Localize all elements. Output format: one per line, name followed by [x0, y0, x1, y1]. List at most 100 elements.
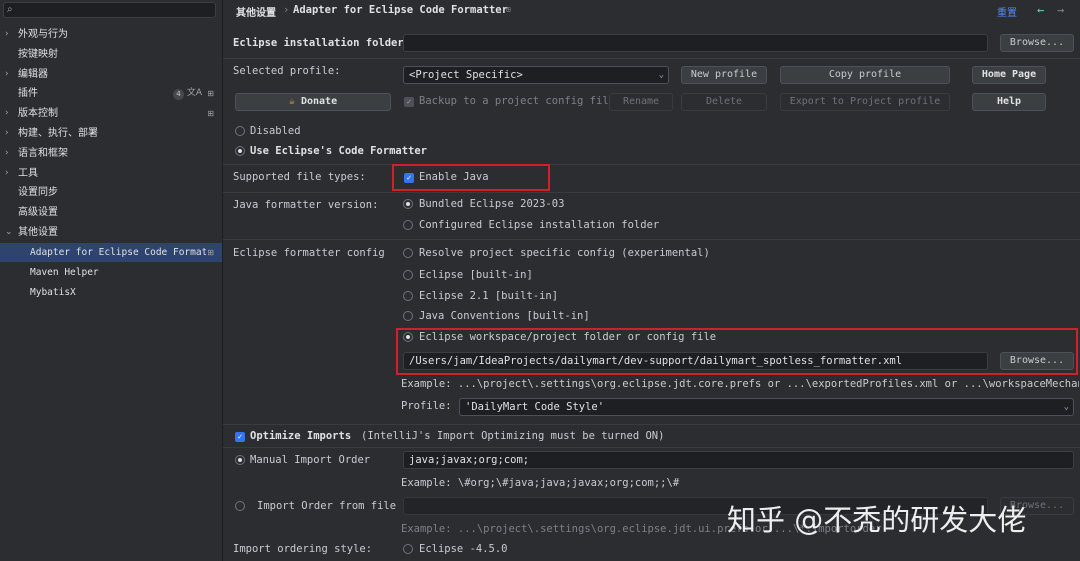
- backup-checkbox[interactable]: ✓: [404, 97, 414, 107]
- divider: [223, 192, 1080, 193]
- home-page-button[interactable]: Home Page: [972, 66, 1046, 84]
- resolve-config-radio[interactable]: [403, 248, 413, 258]
- watermark: 知乎 @不秃的研发大佬: [727, 503, 1027, 537]
- disabled-label: Disabled: [250, 125, 301, 137]
- supported-types-label: Supported file types:: [233, 171, 366, 183]
- export-profile-button[interactable]: Export to Project profile: [780, 93, 950, 111]
- sidebar-item-appearance[interactable]: › 外观与行为: [0, 25, 222, 44]
- divider: [223, 239, 1080, 240]
- search-icon: ⌕: [7, 4, 13, 15]
- optimize-imports-checkbox[interactable]: ✓: [235, 432, 245, 442]
- install-browse-button[interactable]: Browse...: [1000, 34, 1074, 52]
- sidebar-item-languages[interactable]: › 语言和框架: [0, 144, 222, 163]
- copy-profile-button[interactable]: Copy profile: [780, 66, 950, 84]
- delete-button[interactable]: Delete: [681, 93, 767, 111]
- bundled-eclipse-label: Bundled Eclipse 2023-03: [419, 198, 565, 210]
- divider: [223, 424, 1080, 425]
- chevron-right-icon: ›: [5, 128, 9, 138]
- resolve-config-label: Resolve project specific config (experim…: [419, 247, 710, 259]
- optimize-imports-label: Optimize Imports: [250, 430, 352, 442]
- sidebar-item-other-settings[interactable]: ⌄ 其他设置: [0, 223, 222, 242]
- new-profile-button[interactable]: New profile: [681, 66, 767, 84]
- install-folder-label: Eclipse installation folder: [233, 37, 404, 49]
- selected-profile-label: Selected profile:: [233, 65, 341, 77]
- configured-folder-label: Configured Eclipse installation folder: [419, 219, 660, 231]
- sidebar-item-mybatisx[interactable]: MybatisX: [0, 283, 222, 302]
- project-settings-icon: ⊞: [207, 89, 214, 98]
- reset-link[interactable]: 重置: [997, 4, 1017, 19]
- enable-java-checkbox[interactable]: ✓: [404, 173, 414, 183]
- workspace-config-label: Eclipse workspace/project folder or conf…: [419, 331, 717, 343]
- configured-folder-radio[interactable]: [403, 220, 413, 230]
- settings-panel: 其他设置 › Adapter for Eclipse Code Formatte…: [223, 0, 1080, 561]
- ordering-style-value: Eclipse -4.5.0: [419, 543, 508, 555]
- config-path-input[interactable]: /Users/jam/IdeaProjects/dailymart/dev-su…: [403, 352, 988, 370]
- breadcrumb-parent[interactable]: 其他设置: [236, 4, 276, 19]
- help-button[interactable]: Help: [972, 93, 1046, 111]
- settings-sidebar: ⌕ › 外观与行为 按键映射 › 编辑器 插件 4 文A ⊞ › 版本控制 ⊞ …: [0, 0, 223, 561]
- install-folder-input[interactable]: [403, 34, 988, 52]
- java-conventions-radio[interactable]: [403, 311, 413, 321]
- chevron-down-icon: ⌄: [658, 70, 664, 80]
- divider: [223, 58, 1080, 59]
- use-eclipse-radio[interactable]: [235, 146, 245, 156]
- import-file-label: Import Order from file: [257, 500, 397, 512]
- profile-style-select[interactable]: 'DailyMart Code Style' ⌄: [459, 398, 1074, 416]
- ordering-style-label: Import ordering style:: [233, 543, 373, 555]
- chevron-right-icon: ›: [5, 168, 9, 178]
- eclipse-21-radio[interactable]: [403, 291, 413, 301]
- translate-icon: 文A: [186, 88, 202, 98]
- java-conventions-label: Java Conventions [built-in]: [419, 310, 590, 322]
- sidebar-item-editor[interactable]: › 编辑器: [0, 65, 222, 84]
- rename-button[interactable]: Rename: [609, 93, 673, 111]
- profile-select-value: <Project Specific>: [409, 69, 523, 81]
- forward-arrow-icon[interactable]: →: [1057, 3, 1064, 17]
- donate-icon: ☕: [288, 96, 295, 107]
- project-settings-icon: ⊞: [506, 5, 511, 14]
- manual-order-radio[interactable]: [235, 455, 245, 465]
- formatter-version-label: Java formatter version:: [233, 199, 379, 211]
- chevron-right-icon: ›: [5, 69, 9, 79]
- sidebar-item-maven-helper[interactable]: Maven Helper: [0, 263, 222, 282]
- manual-order-input[interactable]: java;javax;org;com;: [403, 451, 1074, 469]
- sidebar-item-build[interactable]: › 构建、执行、部署: [0, 124, 222, 143]
- sidebar-item-vcs[interactable]: › 版本控制 ⊞: [0, 104, 222, 123]
- chevron-down-icon: ⌄: [5, 227, 13, 237]
- ordering-style-radio[interactable]: [403, 544, 413, 554]
- sidebar-item-tools[interactable]: › 工具: [0, 164, 222, 183]
- profile-select[interactable]: <Project Specific> ⌄: [403, 66, 669, 84]
- enable-java-label: Enable Java: [419, 171, 489, 183]
- divider: [223, 447, 1080, 448]
- backup-label: Backup to a project config file: [419, 95, 615, 107]
- config-example-text: Example: ...\project\.settings\org.eclip…: [401, 378, 1079, 390]
- import-file-radio[interactable]: [235, 501, 245, 511]
- use-eclipse-label: Use Eclipse's Code Formatter: [250, 145, 428, 157]
- page-title: Adapter for Eclipse Code Formatter: [293, 4, 508, 16]
- sidebar-item-settings-sync[interactable]: 设置同步: [0, 183, 222, 202]
- sidebar-item-advanced[interactable]: 高级设置: [0, 203, 222, 222]
- chevron-right-icon: ›: [5, 108, 9, 118]
- profile-sub-label: Profile:: [401, 400, 452, 412]
- breadcrumb-separator: ›: [283, 4, 290, 16]
- donate-button[interactable]: ☕ Donate: [235, 93, 391, 111]
- sidebar-search-input[interactable]: ⌕: [3, 2, 216, 18]
- eclipse-21-label: Eclipse 2.1 [built-in]: [419, 290, 559, 302]
- workspace-config-radio[interactable]: [403, 332, 413, 342]
- manual-order-label: Manual Import Order: [250, 454, 371, 466]
- sidebar-item-plugins[interactable]: 插件 4 文A ⊞: [0, 84, 222, 103]
- plugin-update-badge: 4: [173, 89, 184, 100]
- chevron-right-icon: ›: [5, 148, 9, 158]
- back-arrow-icon[interactable]: ←: [1037, 3, 1044, 17]
- disabled-radio[interactable]: [235, 126, 245, 136]
- chevron-down-icon: ⌄: [1063, 402, 1069, 412]
- sidebar-item-keymap[interactable]: 按键映射: [0, 45, 222, 64]
- config-browse-button[interactable]: Browse...: [1000, 352, 1074, 370]
- bundled-eclipse-radio[interactable]: [403, 199, 413, 209]
- chevron-right-icon: ›: [5, 29, 9, 39]
- sidebar-item-adapter-eclipse[interactable]: Adapter for Eclipse Code Formatter ⊞: [0, 243, 222, 262]
- divider: [223, 164, 1080, 165]
- project-settings-icon: ⊞: [207, 248, 214, 257]
- eclipse-builtin-radio[interactable]: [403, 270, 413, 280]
- formatter-config-label: Eclipse formatter config: [233, 247, 385, 259]
- eclipse-builtin-label: Eclipse [built-in]: [419, 269, 533, 281]
